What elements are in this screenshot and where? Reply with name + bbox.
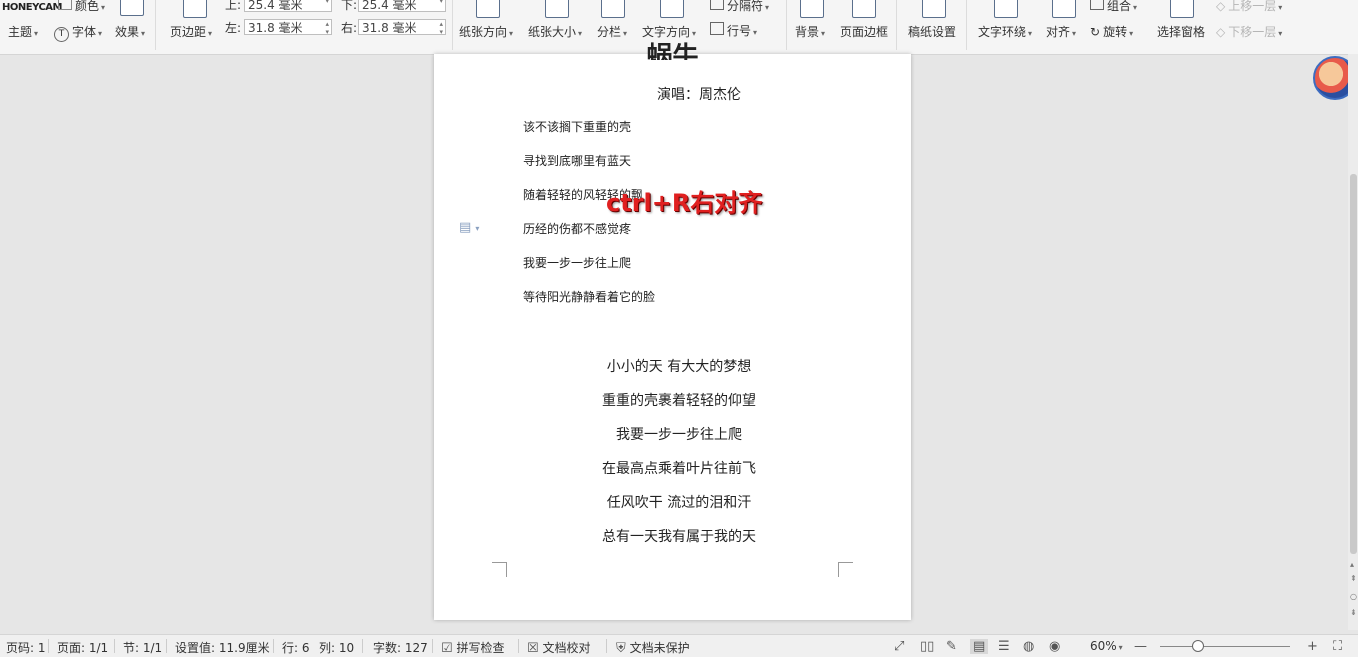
- text-direction-icon: [660, 0, 684, 18]
- prev-page-icon[interactable]: ⇞: [1350, 574, 1357, 583]
- doc-proof-button[interactable]: ☒ 文档校对: [527, 639, 591, 656]
- spin-arrows-icon: ▴ ▾: [325, 20, 329, 36]
- paragraph-handle-icon[interactable]: ▤ ▾: [459, 220, 479, 235]
- effect-icon: [120, 0, 144, 16]
- color-button[interactable]: 颜色 ▾: [58, 0, 105, 14]
- spell-check-button[interactable]: ☑ 拼写检查: [441, 639, 505, 656]
- orientation-icon: [476, 0, 500, 18]
- status-section[interactable]: 节: 1/1: [123, 639, 162, 656]
- margin-corner-mark: [492, 562, 507, 577]
- lyric-line: 在最高点乘着叶片往前飞: [602, 461, 756, 477]
- select-browse-icon[interactable]: ○: [1350, 592, 1357, 601]
- lyric-line: 重重的壳裹着轻轻的仰望: [602, 393, 756, 409]
- rotate-icon: ↻: [1090, 25, 1101, 39]
- recorder-watermark: HONEYCAM: [2, 2, 62, 13]
- doc-singer: 演唱：周杰伦: [657, 87, 741, 103]
- bottom-margin-input[interactable]: 25.4 毫米 ▾: [358, 0, 446, 12]
- lyric-line: 等待阳光静静看着它的脸: [523, 290, 656, 304]
- columns-icon: [601, 0, 625, 18]
- margins-button[interactable]: 页边距 ▾: [170, 23, 212, 40]
- bottom-margin-label: 下:: [341, 0, 358, 12]
- top-margin-label: 上:: [225, 0, 242, 12]
- group-icon: [1090, 0, 1104, 10]
- doc-proof-icon: ☒: [527, 641, 539, 656]
- color-icon: [58, 0, 72, 10]
- manuscript-icon: [922, 0, 946, 18]
- zoom-slider-track[interactable]: [1160, 646, 1290, 647]
- margin-corner-mark: [838, 562, 853, 577]
- theme-button[interactable]: 主题 ▾: [8, 23, 38, 40]
- group-button[interactable]: 组合 ▾: [1090, 0, 1137, 14]
- lyric-line: 小小的天 有大大的梦想: [606, 359, 752, 375]
- web-view-icon[interactable]: ◍: [1023, 639, 1034, 654]
- send-backward-button[interactable]: ◇ 下移一层 ▾: [1216, 23, 1282, 40]
- wrap-text-icon: [994, 0, 1018, 18]
- rotate-button[interactable]: ↻ 旋转 ▾: [1090, 23, 1133, 40]
- zoom-out-icon[interactable]: —: [1134, 639, 1147, 654]
- zoom-level-dropdown[interactable]: 60% ▾: [1090, 639, 1123, 653]
- lyric-line: 该不该搁下重重的壳: [523, 120, 632, 134]
- outline-view-icon[interactable]: ☰: [998, 639, 1010, 654]
- spin-down-icon: ▾: [439, 0, 443, 5]
- font-icon: T: [54, 27, 69, 42]
- lyric-line: 历经的伤都不感觉疼: [523, 222, 632, 236]
- wrap-text-button[interactable]: 文字环绕 ▾: [978, 23, 1032, 40]
- verse-2: 小小的天 有大大的梦想 重重的壳裹着轻轻的仰望 我要一步一步往上爬 在最高点乘着…: [514, 356, 844, 560]
- doc-title: 蜗牛: [646, 42, 699, 60]
- lyric-line: 我要一步一步往上爬: [523, 256, 632, 270]
- lyric-line: 我要一步一步往上爬: [616, 427, 742, 443]
- document-page[interactable]: 蜗牛 演唱：周杰伦 该不该搁下重重的壳 寻找到底哪里有蓝天 随着轻轻的风轻轻的飘…: [434, 42, 911, 620]
- lyric-line: 寻找到底哪里有蓝天: [523, 154, 632, 168]
- top-margin-input[interactable]: 25.4 毫米 ▾: [244, 0, 332, 12]
- fit-window-icon[interactable]: ⛶: [1333, 639, 1342, 654]
- spin-arrows-icon: ▴ ▾: [439, 20, 443, 36]
- selection-pane-icon: [1170, 0, 1194, 18]
- paper-size-icon: [545, 0, 569, 18]
- eye-protection-icon[interactable]: ◉: [1049, 639, 1060, 654]
- line-numbers-icon: [710, 22, 724, 35]
- reading-mode-icon[interactable]: ▯▯: [920, 639, 934, 654]
- fullscreen-icon[interactable]: ⤢: [894, 639, 904, 654]
- scroll-up-icon[interactable]: ▴: [1350, 560, 1354, 569]
- align-button[interactable]: 对齐 ▾: [1046, 23, 1076, 40]
- edit-mode-icon[interactable]: ✎: [946, 639, 957, 654]
- next-page-icon[interactable]: ⇟: [1350, 608, 1357, 617]
- right-margin-label: 右:: [341, 21, 358, 35]
- send-backward-icon: ◇: [1216, 25, 1226, 39]
- effect-button[interactable]: 效果 ▾: [115, 23, 145, 40]
- align-icon: [1052, 0, 1076, 18]
- manuscript-button[interactable]: 稿纸设置: [908, 23, 956, 40]
- status-setting-value[interactable]: 设置值: 11.9厘米: [175, 639, 270, 656]
- page-view-icon[interactable]: ▤: [970, 639, 989, 654]
- status-row: 行: 6: [282, 641, 310, 655]
- breaks-button[interactable]: 分隔符 ▾: [710, 0, 769, 14]
- lyric-line: 总有一天我有属于我的天: [602, 529, 756, 545]
- status-pages[interactable]: 页面: 1/1: [57, 639, 108, 656]
- margins-icon: [183, 0, 207, 18]
- left-margin-label: 左:: [225, 21, 242, 35]
- spell-check-icon: ☑: [441, 641, 453, 656]
- doc-protection-button[interactable]: ⛨ 文档未保护: [616, 639, 690, 656]
- selection-pane-button[interactable]: 选择窗格: [1157, 23, 1205, 40]
- shield-icon: ⛨: [616, 641, 626, 656]
- verse-1: 该不该搁下重重的壳 寻找到底哪里有蓝天 随着轻轻的风轻轻的飘 历经的伤都不感觉疼…: [523, 118, 655, 322]
- left-margin-input[interactable]: 31.8 毫米 ▴ ▾: [244, 19, 332, 36]
- font-button[interactable]: T 字体 ▾: [54, 23, 102, 42]
- status-word-count[interactable]: 字数: 127: [373, 639, 428, 656]
- scrollbar-thumb[interactable]: [1350, 174, 1357, 554]
- status-column: 列: 10: [319, 641, 355, 655]
- spin-down-icon: ▾: [325, 0, 329, 5]
- zoom-in-icon[interactable]: +: [1307, 639, 1318, 654]
- shortcut-overlay-caption: ctrl+R右对齐: [606, 189, 763, 217]
- background-icon: [800, 0, 824, 18]
- lyric-line: 任风吹干 流过的泪和汗: [606, 495, 752, 511]
- zoom-slider-thumb[interactable]: [1192, 640, 1204, 652]
- status-page-number[interactable]: 页码: 1: [6, 639, 46, 656]
- page-border-icon: [852, 0, 876, 18]
- bring-forward-button[interactable]: ◇ 上移一层 ▾: [1216, 0, 1282, 14]
- right-margin-input[interactable]: 31.8 毫米 ▴ ▾: [358, 19, 446, 36]
- bring-forward-icon: ◇: [1216, 0, 1226, 13]
- status-bar: 页码: 1 页面: 1/1 节: 1/1 设置值: 11.9厘米 行: 6 列:…: [0, 634, 1358, 657]
- breaks-icon: [710, 0, 724, 10]
